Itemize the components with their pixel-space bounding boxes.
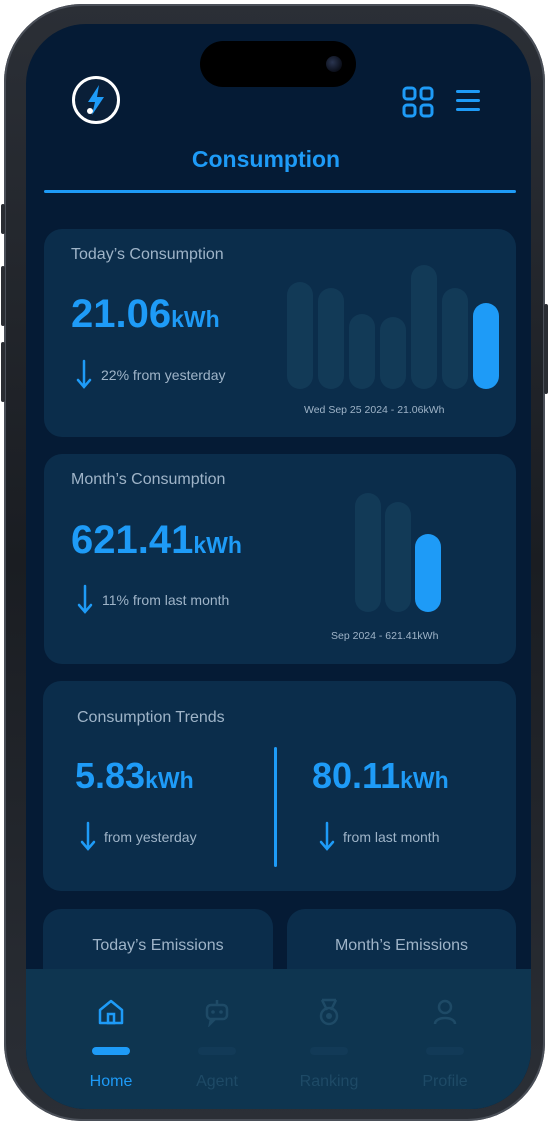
daily-trend-text: from yesterday — [104, 829, 197, 845]
month-bar-caption: Sep 2024 - 621.41kWh — [331, 630, 439, 642]
consumption-trends-card[interactable]: Consumption Trends 5.83kWh from yesterda… — [43, 681, 516, 891]
user-icon — [433, 999, 457, 1025]
today-value-number: 21.06 — [71, 292, 172, 336]
today-change-text: 22% from yesterday — [101, 367, 226, 383]
dynamic-island — [200, 41, 356, 87]
today-consumption-value: 21.06kWh — [71, 292, 220, 337]
today-value-unit: kWh — [171, 306, 220, 332]
nav-indicator — [92, 1047, 130, 1055]
bar-6[interactable] — [442, 288, 468, 389]
bar-1[interactable] — [287, 282, 313, 389]
bar-5[interactable] — [411, 265, 437, 389]
arrow-down-icon — [77, 584, 93, 614]
bar-2[interactable] — [318, 288, 344, 389]
bar-1[interactable] — [355, 493, 381, 612]
active-bar-7[interactable] — [473, 303, 499, 389]
page-title: Consumption — [191, 146, 341, 172]
power-button — [544, 304, 548, 394]
monthly-trend-unit: kWh — [400, 767, 449, 793]
nav-indicator — [310, 1047, 348, 1055]
trends-divider — [274, 747, 277, 867]
silent-switch — [1, 204, 5, 234]
hamburger-menu-icon[interactable] — [454, 88, 482, 119]
daily-trend-number: 5.83 — [75, 755, 146, 796]
monthly-trend-text: from last month — [343, 829, 440, 845]
nav-label-home: Home — [89, 1073, 133, 1090]
arrow-down-icon — [80, 821, 96, 851]
month-value-unit: kWh — [193, 532, 242, 558]
bar-3[interactable] — [349, 314, 375, 389]
month-consumption-label: Month’s Consumption — [71, 471, 226, 488]
month-consumption-card[interactable]: Month’s Consumption 621.41kWh 11% from l… — [44, 454, 516, 664]
bar-4[interactable] — [380, 317, 406, 389]
monthly-trend-number: 80.11 — [312, 755, 401, 796]
month-emissions-label: Month’s Emissions — [334, 937, 469, 954]
volume-down-button — [1, 342, 5, 402]
month-consumption-value: 621.41kWh — [71, 518, 242, 563]
grid-icon[interactable] — [402, 86, 434, 123]
robot-icon — [205, 1000, 229, 1027]
volume-up-button — [1, 266, 5, 326]
nav-indicator — [426, 1047, 464, 1055]
phone-frame: Consumption Today’s Consumption 21.06kWh… — [1, 4, 548, 1121]
lightning-bolt-icon[interactable] — [72, 76, 120, 124]
app-screen: Consumption Today’s Consumption 21.06kWh… — [26, 24, 531, 1109]
today-consumption-label: Today’s Consumption — [71, 246, 224, 263]
bar-2[interactable] — [385, 502, 411, 612]
daily-trend-unit: kWh — [145, 767, 194, 793]
camera-icon — [326, 56, 342, 72]
active-bar-3[interactable] — [415, 534, 441, 612]
month-value-number: 621.41 — [71, 518, 194, 562]
today-bar-caption: Wed Sep 25 2024 - 21.06kWh — [304, 404, 445, 416]
bottom-navigation: Home Agent Ranking Profile — [26, 969, 531, 1109]
month-change-text: 11% from last month — [102, 592, 230, 608]
home-icon — [98, 999, 124, 1025]
arrow-down-icon — [76, 359, 92, 389]
nav-label-agent: Agent — [196, 1073, 238, 1090]
nav-label-ranking: Ranking — [299, 1073, 359, 1090]
arrow-down-icon — [319, 821, 335, 851]
daily-trend-value: 5.83kWh — [75, 755, 194, 797]
trends-label: Consumption Trends — [77, 709, 225, 726]
monthly-trend-value: 80.11kWh — [312, 755, 449, 797]
nav-label-profile: Profile — [422, 1073, 468, 1090]
today-emissions-label: Today’s Emissions — [92, 937, 224, 954]
title-underline — [44, 190, 516, 193]
today-consumption-card[interactable]: Today’s Consumption 21.06kWh 22% from ye… — [44, 229, 516, 437]
medal-icon — [319, 998, 339, 1026]
nav-indicator — [198, 1047, 236, 1055]
